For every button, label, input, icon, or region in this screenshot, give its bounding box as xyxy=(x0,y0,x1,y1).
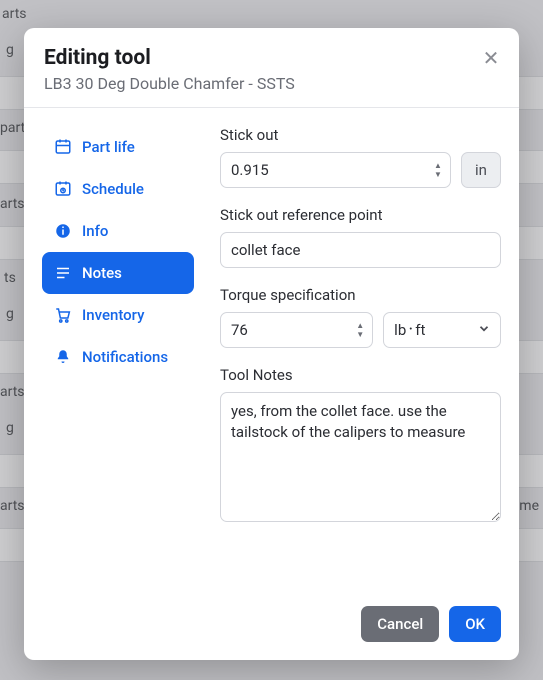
schedule-icon xyxy=(54,180,72,198)
sidebar-item-notes[interactable]: Notes xyxy=(42,252,194,294)
modal-title: Editing tool xyxy=(44,46,499,70)
stick-out-unit: in xyxy=(461,152,501,188)
torque-input[interactable] xyxy=(220,312,373,348)
torque-stepper[interactable]: ▲▼ xyxy=(353,320,367,340)
torque-unit-select[interactable] xyxy=(383,312,501,348)
sidebar-item-label: Inventory xyxy=(82,306,144,324)
field-tool-notes: Tool Notes xyxy=(220,366,501,526)
sidebar-item-label: Part life xyxy=(82,138,135,156)
sidebar-item-info[interactable]: Info xyxy=(42,210,194,252)
tool-notes-label: Tool Notes xyxy=(220,366,501,384)
sidebar-item-notifications[interactable]: Notifications xyxy=(42,336,194,378)
editing-tool-modal: Editing tool LB3 30 Deg Double Chamfer -… xyxy=(24,28,519,660)
ok-button[interactable]: OK xyxy=(449,606,501,642)
form-area: Stick out ▲▼ in Stick out reference poin… xyxy=(220,126,501,592)
sidebar-item-part-life[interactable]: Part life xyxy=(42,126,194,168)
modal-footer: Cancel OK xyxy=(24,592,519,660)
ref-point-input[interactable] xyxy=(220,232,501,268)
stick-out-label: Stick out xyxy=(220,126,501,144)
field-ref-point: Stick out reference point xyxy=(220,206,501,268)
field-torque: Torque specification ▲▼ xyxy=(220,286,501,348)
part-life-icon xyxy=(54,138,72,156)
bell-icon xyxy=(54,348,72,366)
close-icon: ✕ xyxy=(483,48,500,68)
field-stick-out: Stick out ▲▼ in xyxy=(220,126,501,188)
modal-body: Part life Schedule Info Notes xyxy=(24,108,519,592)
sidebar: Part life Schedule Info Notes xyxy=(42,126,194,592)
sidebar-item-schedule[interactable]: Schedule xyxy=(42,168,194,210)
sidebar-item-label: Notifications xyxy=(82,348,168,366)
close-button[interactable]: ✕ xyxy=(479,46,503,70)
stick-out-input[interactable] xyxy=(220,152,451,188)
sidebar-item-label: Notes xyxy=(82,264,122,282)
cancel-button[interactable]: Cancel xyxy=(361,606,439,642)
sidebar-item-label: Info xyxy=(82,222,108,240)
stick-out-stepper[interactable]: ▲▼ xyxy=(431,160,445,180)
sidebar-item-label: Schedule xyxy=(82,180,144,198)
info-icon xyxy=(54,222,72,240)
modal-subtitle: LB3 30 Deg Double Chamfer - SSTS xyxy=(44,74,499,93)
modal-header: Editing tool LB3 30 Deg Double Chamfer -… xyxy=(24,28,519,108)
inventory-icon xyxy=(54,306,72,324)
ref-point-label: Stick out reference point xyxy=(220,206,501,224)
tool-notes-textarea[interactable] xyxy=(220,392,501,522)
notes-icon xyxy=(54,264,72,282)
sidebar-item-inventory[interactable]: Inventory xyxy=(42,294,194,336)
torque-label: Torque specification xyxy=(220,286,501,304)
